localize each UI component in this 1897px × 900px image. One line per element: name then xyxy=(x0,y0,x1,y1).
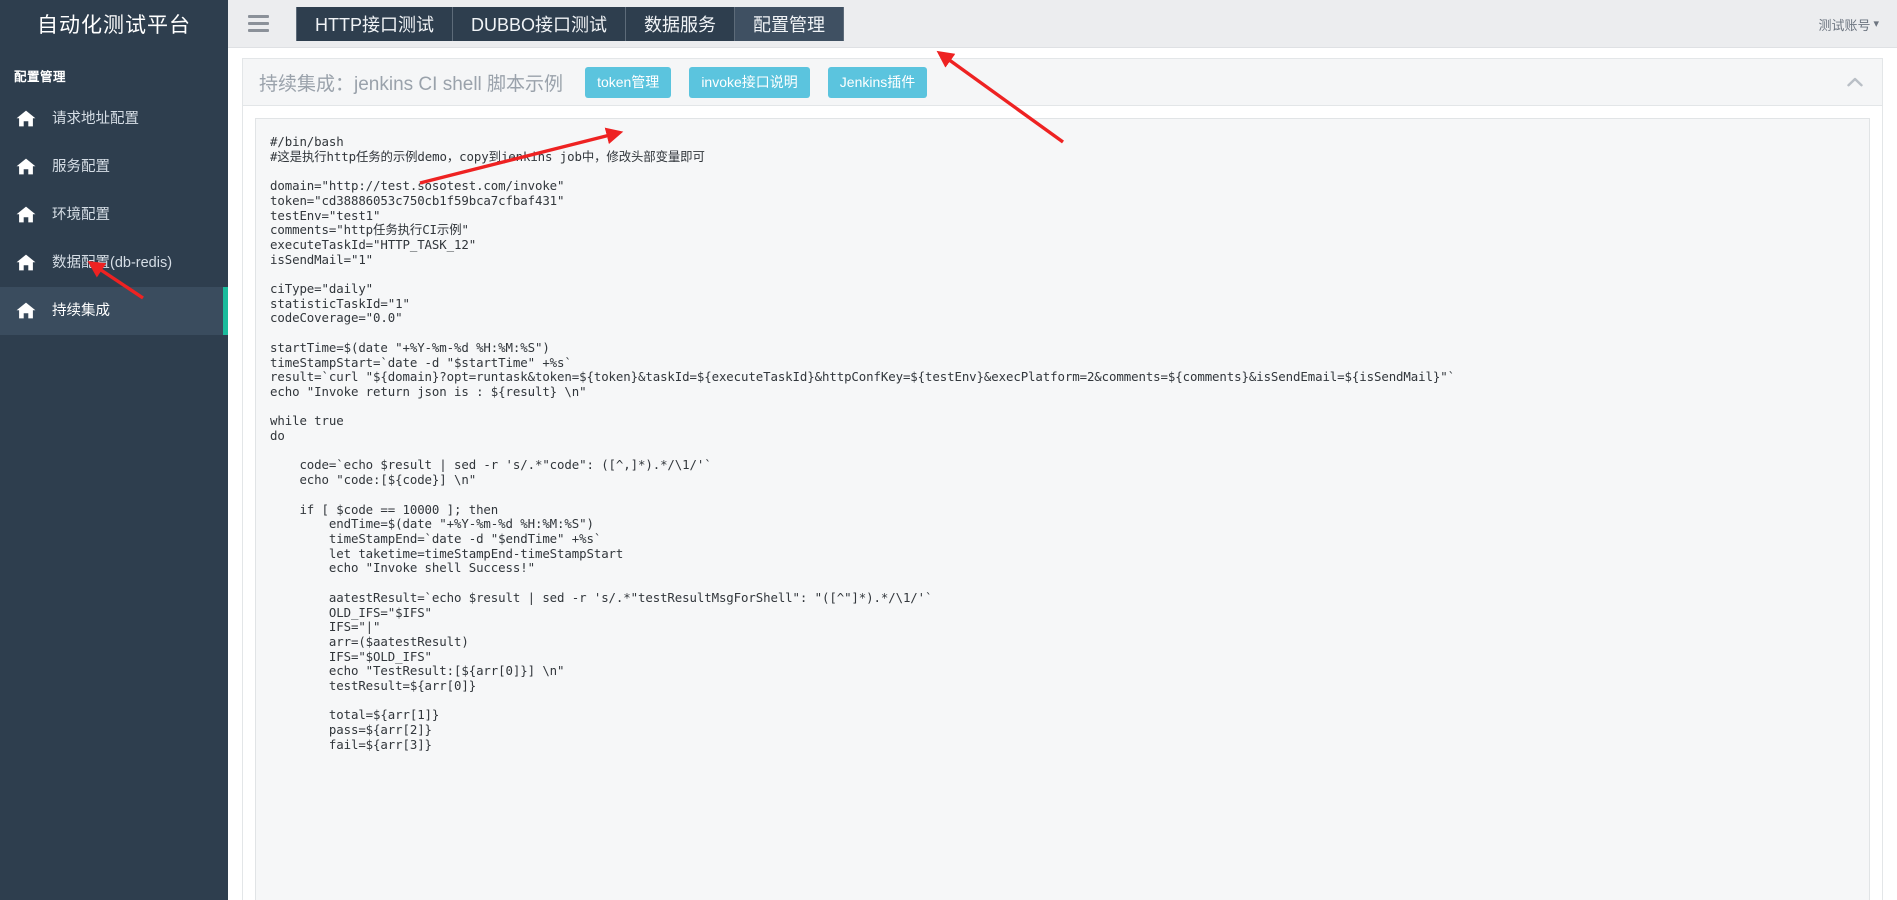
top-header: HTTP接口测试 DUBBO接口测试 数据服务 配置管理 测试账号 ▾ xyxy=(228,0,1897,48)
app-brand-title: 自动化测试平台 xyxy=(37,14,191,37)
panel-header: 持续集成：jenkins CI shell 脚本示例 token管理 invoke… xyxy=(243,59,1882,106)
sidebar-section-title: 配置管理 xyxy=(14,70,67,84)
chevron-down-icon: ▾ xyxy=(1873,17,1879,30)
sidebar-item-label: 数据配置(db-redis) xyxy=(52,254,173,271)
home-icon xyxy=(16,302,38,320)
sidebar-item-label: 持续集成 xyxy=(52,302,110,319)
tab-http-interface-test[interactable]: HTTP接口测试 xyxy=(296,6,453,41)
top-nav-tabs: HTTP接口测试 DUBBO接口测试 数据服务 配置管理 xyxy=(296,0,845,48)
sidebar-item-request-address-config[interactable]: 请求地址配置 xyxy=(0,95,228,143)
home-icon xyxy=(16,254,38,272)
hamburger-icon[interactable] xyxy=(236,0,280,48)
sidebar-item-environment-config[interactable]: 环境配置 xyxy=(0,191,228,239)
chevron-up-icon[interactable] xyxy=(1842,69,1868,95)
home-icon xyxy=(16,158,38,176)
jenkins-plugin-button[interactable]: Jenkins插件 xyxy=(827,66,928,98)
sidebar: 自动化测试平台 配置管理 请求地址配置 服务配置环境配置数据配置(db-redis… xyxy=(0,0,228,900)
sidebar-item-continuous-integration[interactable]: 持续集成 xyxy=(0,287,228,335)
panel-body: #/bin/bash #这是执行http任务的示例demo，copy到jenki… xyxy=(243,106,1882,900)
tab-data-service[interactable]: 数据服务 xyxy=(626,6,736,41)
home-icon xyxy=(16,110,38,128)
shell-script-code-block[interactable]: #/bin/bash #这是执行http任务的示例demo，copy到jenki… xyxy=(255,118,1870,900)
tab-config-management[interactable]: 配置管理 xyxy=(735,6,845,41)
page-title: 持续集成：jenkins CI shell 脚本示例 xyxy=(259,73,564,95)
panel-button-group: token管理 invoke接口说明 Jenkins插件 xyxy=(585,66,945,98)
content-area: 持续集成：jenkins CI shell 脚本示例 token管理 invoke… xyxy=(228,48,1897,900)
home-icon xyxy=(16,206,38,224)
sidebar-nav: 请求地址配置 服务配置环境配置数据配置(db-redis) 持续集成 xyxy=(0,95,228,335)
shell-script-code: #/bin/bash #这是执行http任务的示例demo，copy到jenki… xyxy=(270,134,1455,752)
app-root: 自动化测试平台 配置管理 请求地址配置 服务配置环境配置数据配置(db-redis… xyxy=(0,0,1897,900)
sidebar-item-data-config[interactable]: 数据配置(db-redis) xyxy=(0,239,228,287)
continuous-integration-panel: 持续集成：jenkins CI shell 脚本示例 token管理 invoke… xyxy=(242,58,1883,900)
sidebar-item-label: 服务配置 xyxy=(52,158,110,175)
token-management-button[interactable]: token管理 xyxy=(585,66,672,98)
account-label: 测试账号 xyxy=(1818,17,1871,33)
tab-dubbo-interface-test[interactable]: DUBBO接口测试 xyxy=(453,6,627,41)
invoke-api-doc-button[interactable]: invoke接口说明 xyxy=(689,66,810,98)
main-area: HTTP接口测试 DUBBO接口测试 数据服务 配置管理 测试账号 ▾ 持续集成：je… xyxy=(228,0,1897,900)
account-menu[interactable]: 测试账号 ▾ xyxy=(1818,0,1879,48)
sidebar-item-label: 请求地址配置 xyxy=(52,110,139,127)
sidebar-item-service-config[interactable]: 服务配置 xyxy=(0,143,228,191)
sidebar-item-label: 环境配置 xyxy=(52,206,110,223)
